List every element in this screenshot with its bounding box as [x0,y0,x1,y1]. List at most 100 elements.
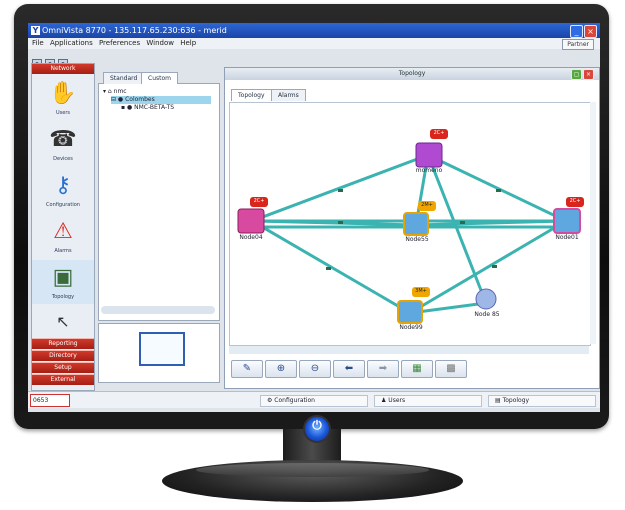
nav-item-devices[interactable]: ☎ Devices [32,122,94,166]
alarm-icon: ⚠ [53,219,73,244]
link-marker [492,265,497,268]
menu-file[interactable]: File [32,39,44,47]
nav-item-label: Users [55,110,70,116]
node-momeno-icon[interactable] [415,142,443,168]
badge-text: 2C+ [253,198,265,204]
topology-window: Topology ▢ × Topology Alarms 2C+ 2C+ 2M+… [224,67,600,389]
status-configuration[interactable]: ⚙ Configuration [260,395,368,407]
link-momeno-node04 [251,153,429,223]
status-bar: 0653 ⚙ Configuration ♟ Users ▤ Topology [28,391,600,408]
power-icon[interactable]: ⏻ [303,415,331,443]
window-titlebar: Y OmniVista 8770 - 135.117.65.230:636 - … [28,23,600,38]
node-label-node99: Node99 [399,324,423,331]
menu-window[interactable]: Window [146,39,174,47]
grid-icon[interactable]: ▩ [435,360,467,378]
topology-canvas[interactable]: 2C+ 2C+ 2M+ 2C+ 3M+ momeno Node04 Node55… [229,102,591,346]
tab-alarms[interactable]: Alarms [271,89,306,101]
phone-icon: ☎ [49,127,77,152]
badge-text: 2M+ [421,202,433,208]
partner-button[interactable]: Partner [562,39,594,50]
node-node01-icon[interactable] [553,208,581,234]
zoom-in-icon[interactable]: ⊕ [265,360,297,378]
node-label-node85: Node 85 [474,311,500,318]
user-icon: ✋ [49,81,77,106]
topology-icon: ▣ [52,265,74,290]
topology-horizontal-scrollbar[interactable] [229,346,589,354]
topology-toolbar: ✎ ⊕ ⊖ ⬅ ➡ ▦ ▩ [229,360,589,380]
restore-icon[interactable]: ▢ [571,69,582,80]
topology-title: Topology [225,68,599,80]
link-marker [338,189,343,192]
nav-section-setup[interactable]: Setup [32,362,94,373]
nav-item-label: Configuration [46,202,80,208]
badge-text: 2C+ [569,198,581,204]
tab-custom[interactable]: Custom [141,72,178,84]
pencil-icon[interactable]: ✎ [231,360,263,378]
status-label: Topology [502,397,530,404]
node-node85-icon[interactable] [475,288,497,310]
nav-item-users[interactable]: ✋ Users [32,76,94,120]
tree-panel: Standard Custom ▾ ⌂ nmc ⊟ ● Colombes ▪ ●… [98,72,220,321]
app-logo-icon: Y [31,26,40,35]
node-label-momeno: momeno [415,167,443,174]
node-label-node55: Node55 [405,236,429,243]
quick-toolbar: ▪▪▪ [32,50,71,69]
link-marker [338,221,343,224]
node-node04-icon[interactable] [237,208,265,234]
tab-topology[interactable]: Topology [231,89,272,101]
menu-help[interactable]: Help [180,39,196,47]
tree-item-label: Colombes [125,96,155,103]
menu-bar: File Applications Preferences Window Hel… [28,38,600,49]
tree-horizontal-scrollbar[interactable] [101,306,215,314]
minimize-icon[interactable]: _ [570,25,583,38]
app-screen: Y OmniVista 8770 - 135.117.65.230:636 - … [28,23,600,412]
node-node99-icon[interactable] [397,300,423,324]
forward-arrow-icon[interactable]: ➡ [367,360,399,378]
cursor-icon: ↖ [56,312,70,331]
topology-vertical-scrollbar[interactable] [590,102,596,344]
tree-item-label: nmc [113,88,127,95]
topology-close-icon[interactable]: × [583,69,594,80]
monitor-stand-highlight [196,463,429,477]
close-icon[interactable]: × [584,25,597,38]
topology-overview[interactable] [98,323,220,383]
overview-viewport[interactable] [139,332,185,366]
tree-item-selected[interactable]: ⊟ ● Colombes [111,96,211,104]
tab-standard[interactable]: Standard [103,72,145,84]
nav-item-label: Devices [53,156,73,162]
menu-applications[interactable]: Applications [50,39,93,47]
left-navigation: Network ✋ Users ☎ Devices ⚷ Configuratio… [31,63,95,391]
tree-item-label: NMC-BETA-TS [134,104,175,111]
topology-graph [237,129,584,324]
nav-item-topology[interactable]: ▣ Topology [32,260,94,304]
window-title: OmniVista 8770 - 135.117.65.230:636 - me… [42,26,227,35]
keys-icon: ⚷ [54,173,72,198]
export-icon[interactable]: ▦ [401,360,433,378]
node-label-node01: Node01 [555,234,579,241]
nav-item-label: Topology [51,294,75,300]
nav-section-reporting[interactable]: Reporting [32,338,94,349]
status-users[interactable]: ♟ Users [374,395,482,407]
status-count: 0653 [30,394,70,407]
badge-text: 2C+ [433,130,445,136]
nav-item-extra[interactable]: ↖ [32,304,94,336]
nav-section-directory[interactable]: Directory [32,350,94,361]
tree-item-root[interactable]: ▾ ⌂ nmc [103,88,127,96]
tree-item-child[interactable]: ▪ ● NMC-BETA-TS [121,104,174,112]
nav-section-external[interactable]: External [32,374,94,385]
link-marker [326,267,331,270]
node-node55-icon[interactable] [403,212,429,236]
zoom-out-icon[interactable]: ⊖ [299,360,331,378]
status-label: Configuration [274,397,315,404]
menu-preferences[interactable]: Preferences [99,39,140,47]
back-arrow-icon[interactable]: ⬅ [333,360,365,378]
status-topology[interactable]: ▤ Topology [488,395,596,407]
nav-header-network[interactable]: Network [32,64,94,74]
link-marker [460,221,465,224]
nav-item-alarms[interactable]: ⚠ Alarms [32,214,94,258]
nav-item-label: Alarms [54,248,72,254]
node-label-node04: Node04 [239,234,263,241]
nav-item-configuration[interactable]: ⚷ Configuration [32,168,94,212]
badge-text: 3M+ [415,288,427,294]
status-label: Users [388,397,406,404]
